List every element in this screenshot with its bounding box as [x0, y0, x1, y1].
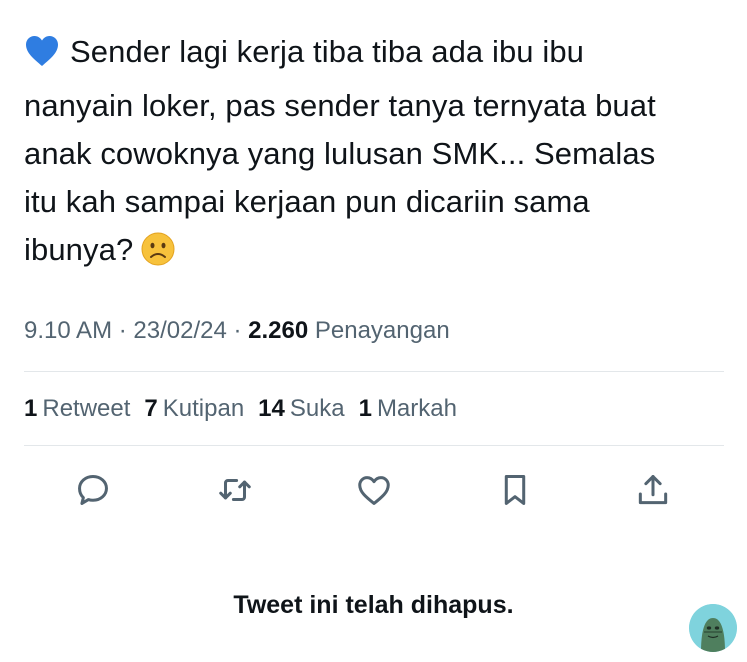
- tweet-line-5: ibunya?: [24, 226, 724, 280]
- stat-label: Retweet: [42, 395, 131, 422]
- bookmarks-stat[interactable]: 1 Markah: [359, 392, 457, 426]
- stat-label: Suka: [289, 395, 345, 422]
- like-button[interactable]: [352, 468, 396, 512]
- divider: [24, 445, 724, 446]
- divider: [24, 371, 724, 372]
- stat-count: 14: [258, 395, 285, 422]
- tweet-text-line: anak cowoknya yang lulusan SMK... Semala…: [24, 136, 656, 171]
- share-button[interactable]: [631, 468, 675, 512]
- tweet-line-1: Sender lagi kerja tiba tiba ada ibu ibu: [24, 28, 724, 82]
- retweet-icon: [219, 478, 251, 502]
- reply-button[interactable]: [71, 468, 115, 512]
- quotes-stat[interactable]: 7 Kutipan: [144, 392, 244, 426]
- engagement-stats: 1 Retweet 7 Kutipan 14 Suka 1 Markah: [24, 392, 471, 426]
- tweet-text-line: ibunya?: [24, 232, 134, 267]
- meta-separator: ·: [226, 317, 249, 344]
- retweets-stat[interactable]: 1 Retweet: [24, 392, 130, 426]
- blue-heart-icon: [24, 34, 60, 82]
- stat-label: Markah: [376, 395, 457, 422]
- tweet-text-line: Sender lagi kerja tiba tiba ada ibu ibu: [70, 34, 585, 69]
- tweet-text-line: nanyain loker, pas sender tanya ternyata…: [24, 88, 656, 123]
- stat-count: 1: [358, 395, 372, 422]
- bookmark-button[interactable]: [493, 468, 537, 512]
- stat-count: 7: [144, 395, 158, 422]
- avatar-creature-icon: [689, 604, 737, 652]
- heart-icon: [358, 476, 390, 505]
- share-icon: [638, 475, 668, 505]
- deleted-tweet-notice: Tweet ini telah dihapus.: [233, 591, 514, 619]
- avatar[interactable]: [689, 604, 737, 652]
- tweet-time[interactable]: 9.10 AM: [24, 317, 112, 344]
- views-label: Penayangan: [314, 317, 450, 344]
- tweet-date[interactable]: 23/02/24: [133, 317, 226, 344]
- frowning-face-icon: [141, 232, 175, 280]
- tweet-text-line: itu kah sampai kerjaan pun dicariin sama: [24, 184, 590, 219]
- retweet-button[interactable]: [213, 468, 257, 512]
- views-count: 2.260: [248, 317, 309, 344]
- bookmark-icon: [504, 475, 526, 505]
- reply-icon: [78, 475, 108, 505]
- meta-separator: ·: [112, 317, 134, 344]
- tweet-body: Sender lagi kerja tiba tiba ada ibu ibu …: [24, 28, 724, 280]
- tweet-meta: 9.10 AM · 23/02/24 · 2.260 Penayangan: [24, 314, 450, 348]
- stat-label: Kutipan: [162, 395, 245, 422]
- likes-stat[interactable]: 14 Suka: [258, 392, 344, 426]
- tweet-actions: [0, 468, 747, 512]
- stat-count: 1: [24, 395, 38, 422]
